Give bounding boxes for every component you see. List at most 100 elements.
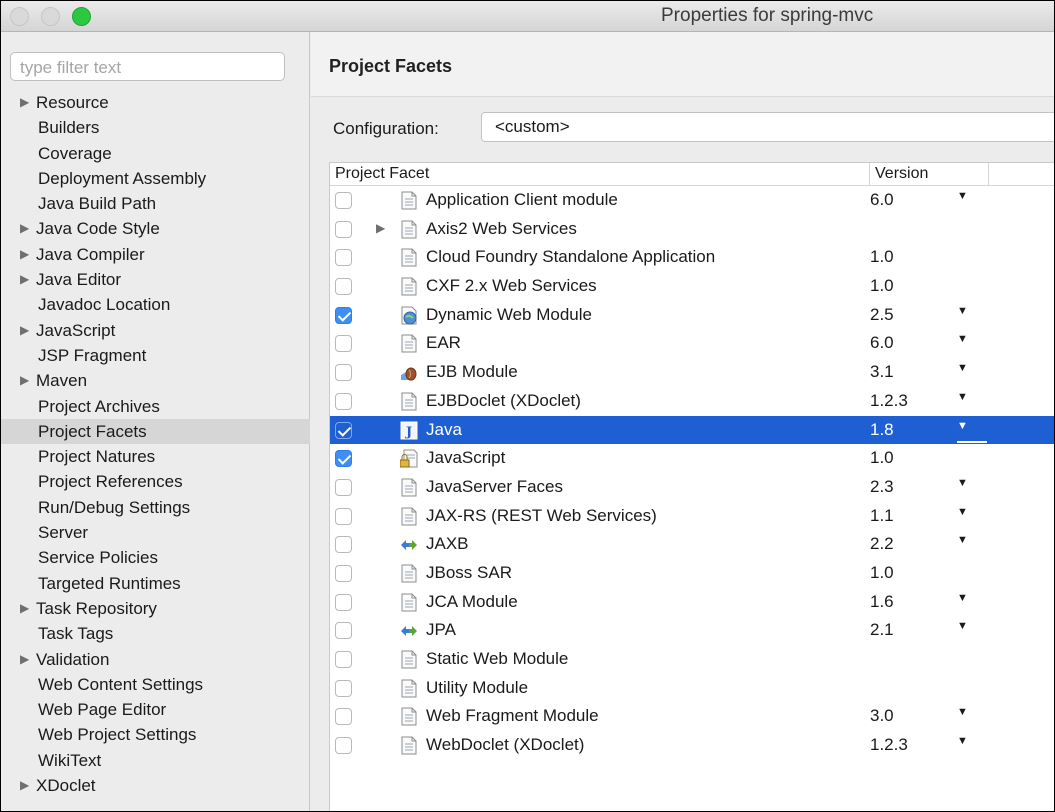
table-row[interactable]: JCA Module 1.6 ▼: [330, 588, 1054, 617]
close-window-button[interactable]: [10, 7, 29, 26]
facet-checkbox[interactable]: [335, 536, 352, 554]
sidebar-item-builders[interactable]: Builders: [1, 115, 310, 140]
expand-arrow-icon[interactable]: ▶: [20, 216, 29, 241]
version-dropdown-icon[interactable]: ▼: [957, 190, 968, 202]
facet-checkbox[interactable]: [335, 593, 352, 611]
expand-arrow-icon[interactable]: ▶: [376, 221, 385, 235]
minimize-window-button[interactable]: [41, 7, 60, 26]
sidebar-item-jsp-fragment[interactable]: JSP Fragment: [1, 343, 310, 368]
sidebar-item-web-content-settings[interactable]: Web Content Settings: [1, 672, 310, 697]
facet-checkbox[interactable]: [335, 306, 352, 324]
sidebar-item-targeted-runtimes[interactable]: Targeted Runtimes: [1, 571, 310, 596]
facet-checkbox[interactable]: [335, 249, 352, 267]
version-dropdown-icon[interactable]: ▼: [957, 333, 968, 345]
filter-input[interactable]: type filter text: [10, 52, 285, 81]
sidebar-item-resource[interactable]: ▶ Resource: [1, 90, 310, 115]
facet-checkbox[interactable]: [335, 364, 352, 382]
facet-checkbox[interactable]: [335, 737, 352, 755]
facet-checkbox[interactable]: [335, 450, 352, 468]
expand-arrow-icon[interactable]: ▶: [20, 318, 29, 343]
expand-arrow-icon[interactable]: ▶: [20, 242, 29, 267]
facet-checkbox[interactable]: [335, 392, 352, 410]
sidebar-item-project-facets[interactable]: Project Facets: [1, 418, 310, 445]
sidebar-item-javascript[interactable]: ▶ JavaScript: [1, 318, 310, 343]
sidebar-item-project-natures[interactable]: Project Natures: [1, 444, 310, 469]
sidebar-item-xdoclet[interactable]: ▶ XDoclet: [1, 773, 310, 798]
sidebar-item-javadoc-location[interactable]: Javadoc Location: [1, 292, 310, 317]
version-dropdown-icon[interactable]: ▼: [957, 391, 968, 403]
sidebar-item-service-policies[interactable]: Service Policies: [1, 545, 310, 570]
facet-checkbox[interactable]: [335, 708, 352, 726]
configuration-select[interactable]: <custom>: [481, 112, 1054, 142]
expand-arrow-icon[interactable]: ▶: [20, 90, 29, 115]
expand-arrow-icon[interactable]: ▶: [20, 267, 29, 292]
version-dropdown-icon[interactable]: ▼: [957, 506, 968, 518]
table-row[interactable]: WebDoclet (XDoclet) 1.2.3 ▼: [330, 731, 1054, 760]
sidebar-item-task-repository[interactable]: ▶ Task Repository: [1, 596, 310, 621]
sidebar-item-validation[interactable]: ▶ Validation: [1, 647, 310, 672]
expand-arrow-icon[interactable]: ▶: [20, 647, 29, 672]
column-header-version[interactable]: Version: [869, 163, 989, 185]
facet-checkbox[interactable]: [335, 679, 352, 697]
facet-checkbox[interactable]: [335, 278, 352, 296]
sidebar-item-maven[interactable]: ▶ Maven: [1, 368, 310, 393]
expand-arrow-icon[interactable]: ▶: [20, 368, 29, 393]
version-dropdown-icon[interactable]: ▼: [957, 305, 968, 317]
table-row[interactable]: JavaServer Faces 2.3 ▼: [330, 473, 1054, 502]
table-row[interactable]: EJBDoclet (XDoclet) 1.2.3 ▼: [330, 387, 1054, 416]
version-dropdown-icon[interactable]: ▼: [957, 477, 968, 489]
facet-name: JavaServer Faces: [426, 476, 563, 496]
facet-checkbox[interactable]: [335, 335, 352, 353]
table-row[interactable]: Web Fragment Module 3.0 ▼: [330, 702, 1054, 731]
sidebar-item-label: Project Facets: [38, 421, 147, 441]
version-dropdown-icon[interactable]: ▼: [957, 620, 968, 632]
table-row[interactable]: CXF 2.x Web Services 1.0: [330, 272, 1054, 301]
sidebar-item-web-page-editor[interactable]: Web Page Editor: [1, 697, 310, 722]
sidebar-item-java-compiler[interactable]: ▶ Java Compiler: [1, 242, 310, 267]
facet-checkbox[interactable]: [335, 421, 352, 439]
facet-checkbox[interactable]: [335, 507, 352, 525]
facet-checkbox[interactable]: [335, 192, 352, 209]
facet-checkbox[interactable]: [335, 220, 352, 238]
version-dropdown-icon[interactable]: ▼: [957, 706, 968, 718]
version-dropdown-icon[interactable]: ▼: [957, 534, 968, 546]
table-row[interactable]: Dynamic Web Module 2.5 ▼: [330, 301, 1054, 330]
sidebar-item-run-debug-settings[interactable]: Run/Debug Settings: [1, 495, 310, 520]
sidebar-item-deployment-assembly[interactable]: Deployment Assembly: [1, 166, 310, 191]
facet-checkbox[interactable]: [335, 622, 352, 640]
facet-checkbox[interactable]: [335, 564, 352, 582]
table-row[interactable]: J Java 1.8 ▼: [330, 415, 1054, 445]
sidebar-item-server[interactable]: Server: [1, 520, 310, 545]
table-row[interactable]: Cloud Foundry Standalone Application 1.0: [330, 243, 1054, 272]
version-dropdown-icon[interactable]: ▼: [957, 592, 968, 604]
table-row[interactable]: JPA 2.1 ▼: [330, 616, 1054, 645]
table-row[interactable]: JBoss SAR 1.0: [330, 559, 1054, 588]
table-row[interactable]: EJB Module 3.1 ▼: [330, 358, 1054, 387]
sidebar-item-wikitext[interactable]: WikiText: [1, 748, 310, 773]
sidebar-item-task-tags[interactable]: Task Tags: [1, 621, 310, 646]
facet-checkbox[interactable]: [335, 478, 352, 496]
version-dropdown-icon[interactable]: ▼: [957, 420, 968, 432]
version-dropdown-icon[interactable]: ▼: [957, 735, 968, 747]
table-row[interactable]: EAR 6.0 ▼: [330, 329, 1054, 358]
sidebar-item-java-code-style[interactable]: ▶ Java Code Style: [1, 216, 310, 241]
version-dropdown-icon[interactable]: ▼: [957, 362, 968, 374]
table-row[interactable]: JavaScript 1.0: [330, 444, 1054, 473]
sidebar-item-project-references[interactable]: Project References: [1, 469, 310, 494]
zoom-window-button[interactable]: [72, 7, 91, 26]
sidebar-item-java-editor[interactable]: ▶ Java Editor: [1, 267, 310, 292]
expand-arrow-icon[interactable]: ▶: [20, 596, 29, 621]
table-row[interactable]: Application Client module 6.0 ▼: [330, 186, 1054, 215]
table-row[interactable]: Utility Module: [330, 674, 1054, 703]
table-row[interactable]: ▶ Axis2 Web Services: [330, 215, 1054, 244]
table-row[interactable]: JAX-RS (REST Web Services) 1.1 ▼: [330, 502, 1054, 531]
table-row[interactable]: Static Web Module: [330, 645, 1054, 674]
sidebar-item-web-project-settings[interactable]: Web Project Settings: [1, 722, 310, 747]
column-header-facet[interactable]: Project Facet: [335, 165, 429, 183]
table-row[interactable]: JAXB 2.2 ▼: [330, 530, 1054, 559]
sidebar-item-java-build-path[interactable]: Java Build Path: [1, 191, 310, 216]
sidebar-item-project-archives[interactable]: Project Archives: [1, 394, 310, 419]
expand-arrow-icon[interactable]: ▶: [20, 773, 29, 798]
facet-checkbox[interactable]: [335, 651, 352, 668]
sidebar-item-coverage[interactable]: Coverage: [1, 141, 310, 166]
